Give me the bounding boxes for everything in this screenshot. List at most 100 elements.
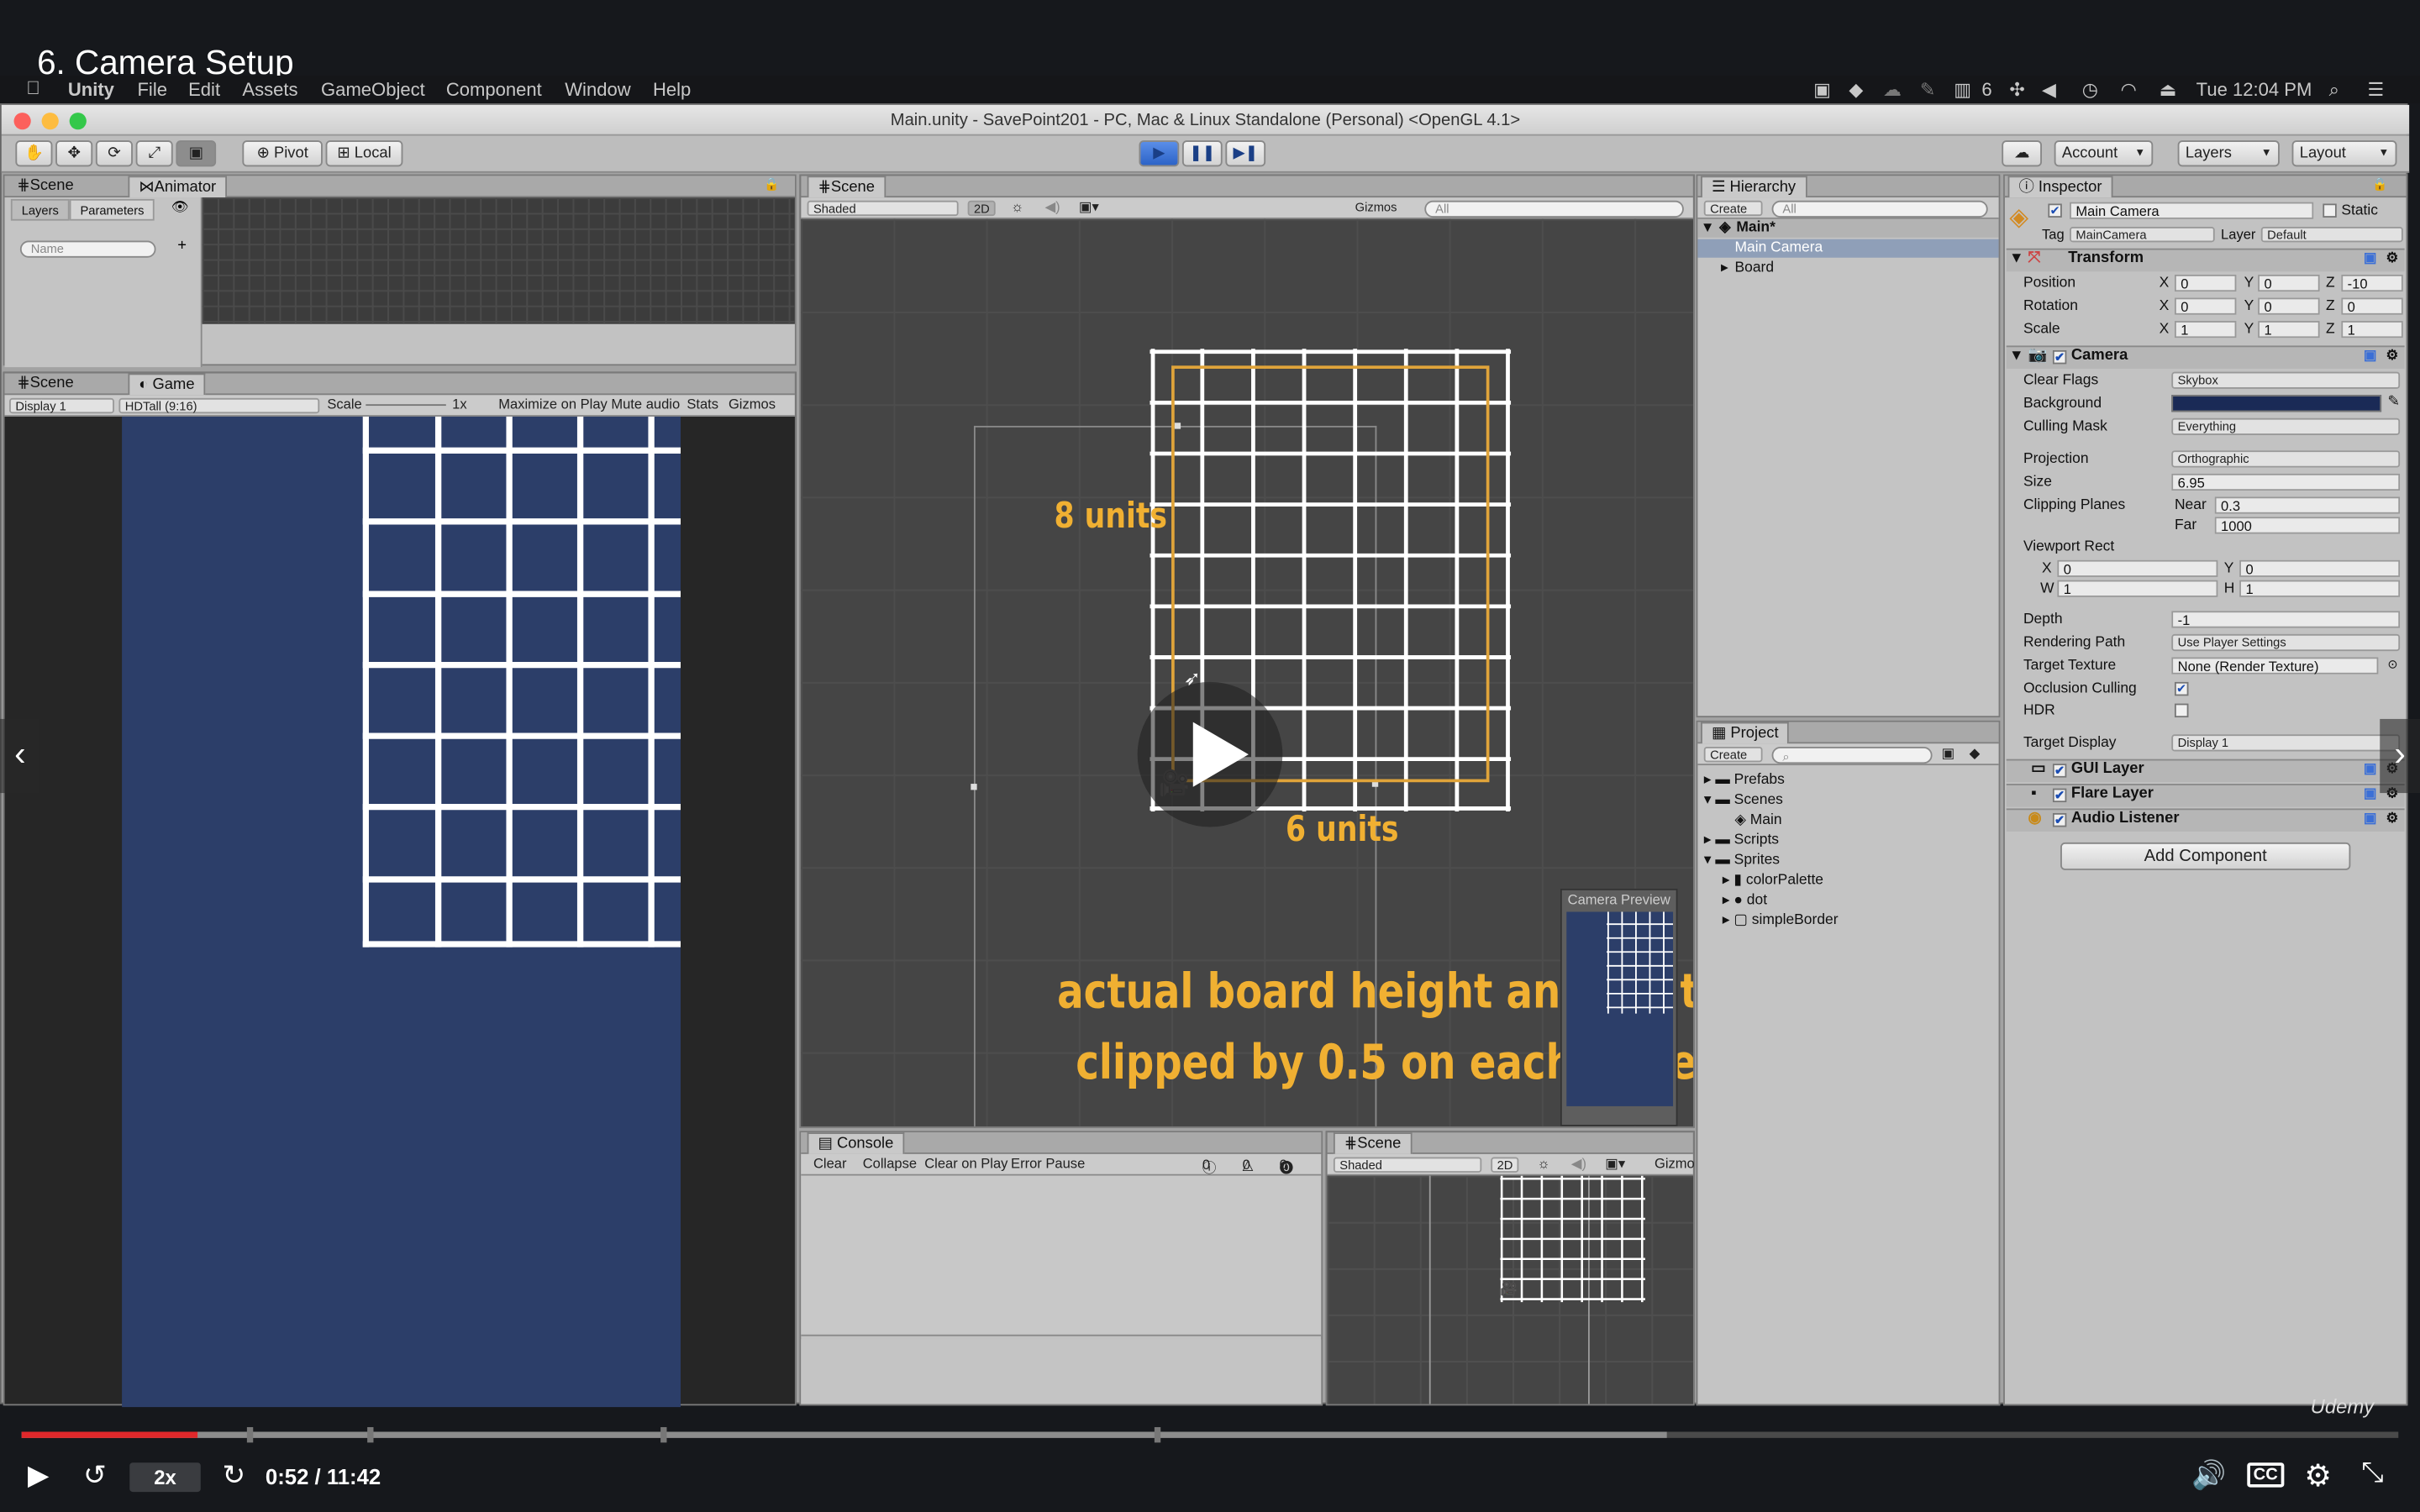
projection-dropdown[interactable]: Orthographic — [2171, 450, 2401, 468]
hierarchy-create-dropdown[interactable]: Create — [1703, 200, 1763, 217]
camera-enabled-checkbox[interactable]: ✔ — [2052, 349, 2067, 365]
pen-icon[interactable]: ✎ — [1920, 79, 1935, 101]
big-play-button[interactable] — [1137, 681, 1283, 827]
move-tool-icon[interactable]: ✥ — [55, 140, 93, 167]
audio-listener-header[interactable]: ◉ ✔ Audio Listener ▣ ⚙ — [2006, 808, 2405, 832]
layers-dropdown[interactable]: Layers ▼ — [2177, 140, 2280, 167]
game-view[interactable] — [122, 416, 681, 1408]
target-texture-field[interactable]: None (Render Texture) — [2171, 657, 2379, 675]
occlusion-culling-checkbox[interactable]: ✔ — [2174, 681, 2189, 696]
viewport-x-field[interactable]: 0 — [2057, 559, 2218, 577]
filter-label-icon[interactable]: ◆ — [1970, 745, 1981, 762]
rotation-z-field[interactable]: 0 — [2341, 297, 2403, 315]
tab-scene[interactable]: ⋕Scene — [8, 176, 83, 197]
console-clear-button[interactable]: Clear — [813, 1156, 847, 1171]
console-detail-area[interactable] — [801, 1339, 1322, 1404]
tab-project[interactable]: ▦ Project — [1701, 722, 1790, 744]
eject-icon[interactable]: ⏏ — [2160, 79, 2177, 101]
lock-icon[interactable]: 🔒 — [764, 177, 779, 192]
project-item-colorpalette[interactable]: ▸ ▮ colorPalette — [1723, 872, 1823, 889]
rendering-path-dropdown[interactable]: Use Player Settings — [2171, 633, 2401, 652]
shading-dropdown[interactable]: Shaded — [807, 200, 959, 217]
console-log-area[interactable] — [801, 1175, 1322, 1336]
viewport-w-field[interactable]: 1 — [2057, 580, 2218, 597]
image-effects-icon[interactable]: ▣▾ — [1079, 199, 1099, 216]
foldout-icon[interactable]: ▾ — [2012, 250, 2020, 267]
volume-icon[interactable]: 🔊 — [2191, 1460, 2226, 1493]
menu-help[interactable]: Help — [653, 79, 691, 101]
project-create-dropdown[interactable]: Create — [1703, 746, 1763, 763]
clock[interactable]: Tue 12:04 PM — [2196, 79, 2312, 101]
console-clear-on-play-button[interactable]: Clear on Play — [924, 1156, 1007, 1171]
active-checkbox[interactable]: ✔ — [2048, 203, 2062, 218]
light-icon[interactable]: ☼ — [1537, 1156, 1549, 1171]
flare-layer-header[interactable]: ▪ ✔ Flare Layer ▣ ⚙ — [2006, 784, 2405, 807]
spotlight-icon[interactable]: ⌕ — [2329, 79, 2339, 102]
layer-dropdown[interactable]: Default — [2260, 227, 2403, 243]
menu-gameobject[interactable]: GameObject — [321, 79, 425, 101]
hierarchy-scene-row[interactable]: ▾ ◈ Main* — [1697, 218, 1999, 238]
background-color-swatch[interactable] — [2171, 395, 2382, 412]
scale-z-field[interactable]: 1 — [2341, 321, 2403, 339]
menu-unity[interactable]: Unity — [68, 79, 114, 101]
layout-dropdown[interactable]: Layout ▼ — [2291, 140, 2397, 167]
project-item-simpleborder[interactable]: ▸ ▢ simpleBorder — [1723, 912, 1839, 929]
static-checkbox[interactable] — [2323, 203, 2337, 218]
project-item-main-scene[interactable]: ◈ Main — [1734, 811, 1781, 828]
hierarchy-item-main-camera[interactable]: Main Camera — [1697, 239, 1999, 258]
project-folder-prefabs[interactable]: ▸ ▬ Prefabs — [1704, 771, 1785, 788]
audio-icon[interactable]: ◀) — [1571, 1156, 1586, 1173]
scale-y-field[interactable]: 1 — [2258, 321, 2320, 339]
eyedropper-icon[interactable]: ✎ — [2387, 393, 2400, 410]
transform-header[interactable]: ▾ ⤧ Transform ▣ ⚙ — [2006, 248, 2405, 272]
menu-edit[interactable]: Edit — [188, 79, 220, 101]
gizmos-button[interactable]: Gizmos — [729, 396, 776, 412]
culling-mask-dropdown[interactable]: Everything — [2171, 417, 2401, 435]
depth-field[interactable]: -1 — [2171, 611, 2401, 628]
near-field[interactable]: 0.3 — [2214, 496, 2401, 514]
tab-game[interactable]: ◐ Game — [128, 373, 206, 396]
hdr-checkbox[interactable] — [2174, 703, 2189, 718]
cloud-button-icon[interactable]: ☁ — [2002, 140, 2043, 167]
apple-icon[interactable]:  — [26, 77, 40, 99]
hand-tool-icon[interactable]: ✋ — [15, 140, 53, 167]
status-badge-icon[interactable]: ▥ — [1954, 79, 1971, 101]
local-button[interactable]: ⊞ Local — [325, 140, 403, 167]
previous-arrow-icon[interactable]: ‹ — [0, 718, 40, 794]
gear-icon[interactable]: ⚙ — [2386, 347, 2398, 364]
help-icon[interactable]: ▣ — [2364, 250, 2377, 267]
pivot-button[interactable]: ⊕ Pivot — [242, 140, 323, 167]
exit-fullscreen-icon[interactable]: ⤡ — [2361, 1457, 2383, 1489]
object-name-field[interactable]: Main Camera — [2070, 202, 2314, 219]
target-display-dropdown[interactable]: Display 1 — [2171, 734, 2401, 752]
far-field[interactable]: 1000 — [2214, 517, 2401, 534]
scene2-shading-dropdown[interactable]: Shaded — [1333, 1157, 1482, 1173]
viewport-h-field[interactable]: 1 — [2239, 580, 2401, 597]
forward-icon[interactable]: ↻ — [222, 1460, 245, 1493]
account-dropdown[interactable]: Account ▼ — [2054, 140, 2154, 167]
add-component-button[interactable]: Add Component — [2060, 842, 2351, 870]
next-arrow-icon[interactable]: › — [2380, 718, 2420, 794]
project-folder-sprites[interactable]: ▾ ▬ Sprites — [1704, 852, 1780, 869]
gui-layer-checkbox[interactable]: ✔ — [2052, 764, 2067, 778]
gear-icon[interactable]: ⚙ — [2386, 810, 2398, 827]
dropbox-icon[interactable]: ◆ — [1849, 79, 1863, 101]
console-error-pause-button[interactable]: Error Pause — [1011, 1156, 1085, 1171]
tab-inspector[interactable]: ⓘ Inspector — [2007, 176, 2113, 198]
animator-search-input[interactable]: Name — [19, 240, 156, 258]
minimize-window-button[interactable] — [41, 113, 59, 130]
clear-flags-dropdown[interactable]: Skybox — [2171, 371, 2401, 389]
tab-animator[interactable]: ⋈Animator — [128, 176, 228, 198]
hierarchy-search-input[interactable]: All — [1771, 200, 1988, 218]
position-x-field[interactable]: 0 — [2174, 274, 2237, 292]
object-picker-icon[interactable]: ⊙ — [2387, 657, 2397, 671]
volume-icon[interactable]: ◀ — [2042, 79, 2056, 101]
tab-scene-2[interactable]: ⋕Scene — [8, 373, 83, 395]
light-icon[interactable]: ☼ — [1011, 199, 1023, 214]
scene2-view[interactable]: 🎥 — [1327, 1175, 1693, 1404]
playback-speed-button[interactable]: 2x — [129, 1462, 201, 1493]
close-window-button[interactable] — [13, 113, 31, 130]
flare-layer-checkbox[interactable]: ✔ — [2052, 788, 2067, 803]
image-effects-icon[interactable]: ▣▾ — [1605, 1156, 1625, 1173]
scale-slider[interactable] — [366, 404, 446, 407]
